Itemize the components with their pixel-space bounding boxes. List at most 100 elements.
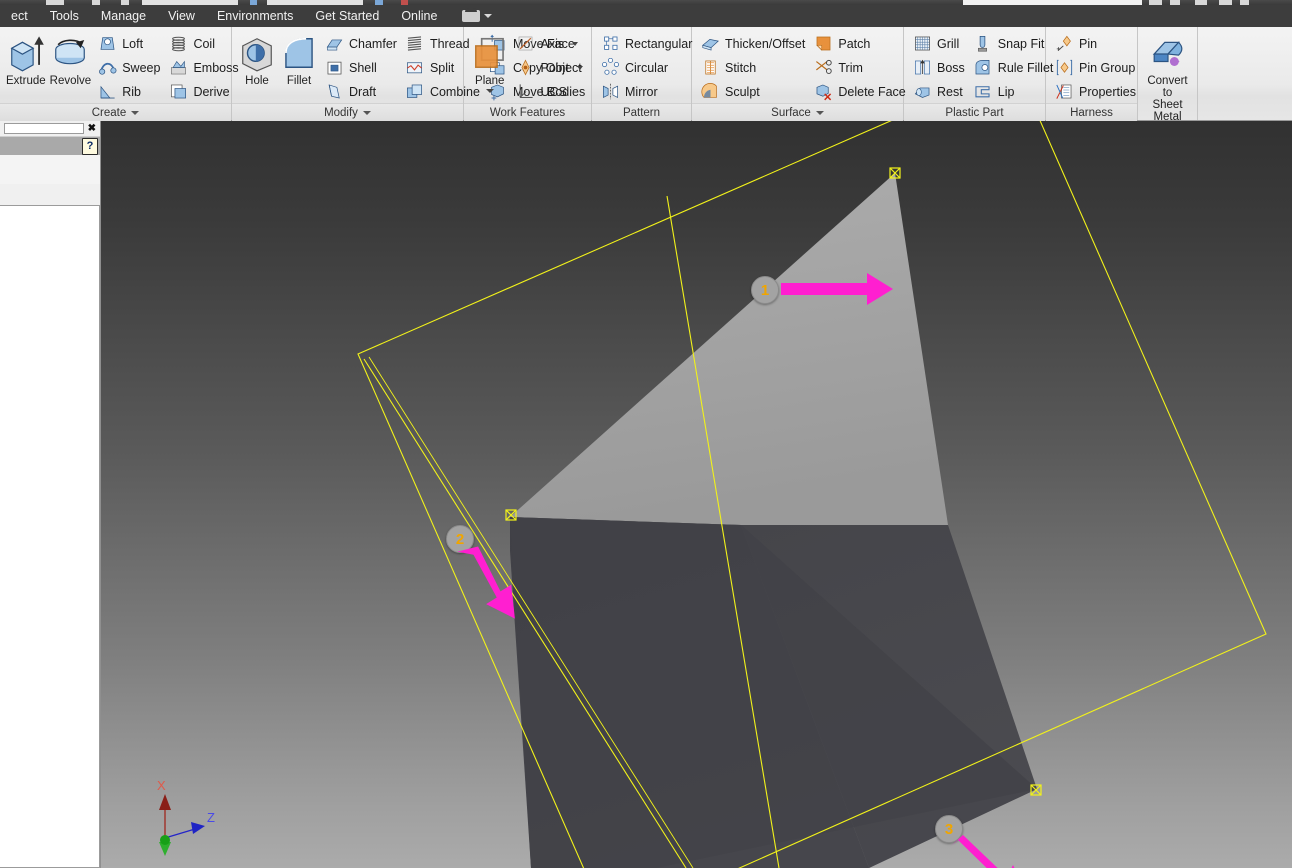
chevron-down-icon[interactable] bbox=[131, 111, 140, 115]
help-icon[interactable]: ? bbox=[82, 137, 98, 155]
menu-item-tools[interactable]: Tools bbox=[39, 5, 90, 27]
ribbon-button-label: Boss bbox=[937, 60, 965, 75]
pin-group-icon bbox=[1056, 59, 1072, 76]
icon-wrap bbox=[168, 58, 188, 78]
chevron-down-icon[interactable] bbox=[485, 89, 494, 93]
combine-icon bbox=[407, 84, 423, 98]
browser-tree[interactable] bbox=[0, 205, 100, 868]
chevron-down-icon[interactable] bbox=[577, 65, 583, 70]
panel-title-surface[interactable]: Surface bbox=[692, 103, 903, 122]
ribbon-button-fillet[interactable]: Fillet bbox=[278, 31, 320, 88]
ribbon-button-rib[interactable]: Rib bbox=[93, 80, 164, 103]
ribbon-button-delete-face[interactable]: Delete Face bbox=[809, 80, 909, 103]
ribbon-button-mirror[interactable]: Mirror bbox=[596, 80, 696, 103]
panel-title-label: Create bbox=[91, 107, 127, 119]
ribbon-button-grill[interactable]: Grill bbox=[908, 32, 969, 55]
extrude-icon bbox=[10, 36, 44, 72]
ribbon-button-label: Plane bbox=[475, 75, 505, 87]
browser-combo[interactable] bbox=[4, 123, 84, 134]
ribbon-button-thicken-offset[interactable]: Thicken/Offset bbox=[696, 32, 809, 55]
icon-wrap bbox=[1054, 58, 1074, 78]
icon-wrap bbox=[516, 34, 536, 54]
lip-icon bbox=[975, 86, 990, 98]
icon-wrap bbox=[324, 34, 344, 54]
ribbon-button-sweep[interactable]: Sweep bbox=[93, 56, 164, 79]
panel-title-harness[interactable]: Harness bbox=[1046, 103, 1137, 122]
menu-item-environments[interactable]: Environments bbox=[206, 5, 304, 27]
ribbon-button-convert-to-sheet-metal[interactable]: Convert to Sheet Metal bbox=[1142, 31, 1193, 124]
icon-wrap bbox=[912, 58, 932, 78]
ribbon-button-label: Rib bbox=[122, 84, 141, 99]
ribbon-button-properties[interactable]: Properties bbox=[1050, 80, 1140, 103]
model-geometry bbox=[357, 121, 1267, 868]
ribbon-button-shell[interactable]: Shell bbox=[320, 56, 401, 79]
panel-title-plastic-part[interactable]: Plastic Part bbox=[904, 103, 1045, 122]
ribbon-button-stitch[interactable]: Stitch bbox=[696, 56, 809, 79]
coil-icon bbox=[171, 36, 185, 52]
ribbon-button-hole[interactable]: Hole bbox=[236, 31, 278, 88]
panel-title-work-features[interactable]: Work Features bbox=[464, 103, 591, 122]
thicken-offset-icon bbox=[701, 38, 719, 51]
menu-item-view[interactable]: View bbox=[157, 5, 206, 27]
ribbon-button-pin-group[interactable]: Pin Group bbox=[1050, 56, 1140, 79]
ribbon-button-rule-fillet[interactable]: Rule Fillet bbox=[969, 56, 1058, 79]
ribbon-button-plane[interactable]: Plane bbox=[468, 31, 512, 94]
rule-fillet-icon bbox=[975, 60, 990, 75]
ribbon-panel-convert: Convert toSheet MetalConvert bbox=[1138, 27, 1198, 143]
ribbon-button-coil[interactable]: Coil bbox=[164, 32, 242, 55]
ribbon-button-lip[interactable]: Lip bbox=[969, 80, 1058, 103]
patch-icon bbox=[816, 36, 831, 51]
work-plane-icon bbox=[474, 37, 504, 68]
icon-wrap bbox=[168, 82, 188, 102]
ribbon-button-extrude[interactable]: Extrude bbox=[4, 31, 48, 88]
ribbon-button-revolve[interactable]: Revolve bbox=[48, 31, 94, 88]
icon-wrap bbox=[600, 34, 620, 54]
menu-item-get-started[interactable]: Get Started bbox=[304, 5, 390, 27]
ribbon-button-rest[interactable]: Rest bbox=[908, 80, 969, 103]
ribbon-button-pin[interactable]: Pin bbox=[1050, 32, 1140, 55]
ribbon-display-options[interactable] bbox=[462, 8, 493, 22]
model-browser-panel: ✖ ? bbox=[0, 121, 101, 868]
ribbon-button-point[interactable]: Point bbox=[512, 56, 588, 79]
ribbon-button-snap-fit[interactable]: Snap Fit bbox=[969, 32, 1058, 55]
axis-triad: X Z bbox=[157, 778, 215, 856]
callout-badge-1: 1 bbox=[751, 276, 779, 304]
ribbon-button-emboss[interactable]: Emboss bbox=[164, 56, 242, 79]
rectangular-pattern-icon bbox=[603, 36, 617, 50]
ribbon-button-boss[interactable]: Boss bbox=[908, 56, 969, 79]
icon-wrap bbox=[405, 58, 425, 78]
panel-title-create[interactable]: Create bbox=[0, 103, 231, 122]
ribbon-button-draft[interactable]: Draft bbox=[320, 80, 401, 103]
chevron-down-icon[interactable] bbox=[572, 41, 579, 46]
hole-icon bbox=[242, 38, 272, 72]
ribbon-button-label: Grill bbox=[937, 36, 960, 51]
ribbon-button-derive[interactable]: Derive bbox=[164, 80, 242, 103]
panel-title-modify[interactable]: Modify bbox=[232, 103, 463, 122]
ribbon-button-loft[interactable]: Loft bbox=[93, 32, 164, 55]
ribbon-button-circular[interactable]: Circular bbox=[596, 56, 696, 79]
ribbon-panel-harness: Pin Pin Group Properties Harness bbox=[1046, 27, 1140, 122]
ribbon-button-patch[interactable]: Patch bbox=[809, 32, 909, 55]
ribbon-column: Snap Fit Rule Fillet Lip bbox=[969, 31, 1058, 103]
menu-item-project[interactable]: ect bbox=[0, 5, 39, 27]
menu-item-manage[interactable]: Manage bbox=[90, 5, 157, 27]
panel-title-pattern[interactable]: Pattern bbox=[592, 103, 691, 122]
chevron-down-icon[interactable] bbox=[815, 111, 824, 115]
panel-title-label: Modify bbox=[324, 107, 358, 119]
work-point-icon bbox=[521, 59, 530, 76]
ribbon-button-rectangular[interactable]: Rectangular bbox=[596, 32, 696, 55]
ribbon-button-ucs[interactable]: UCS bbox=[512, 80, 588, 103]
minimize-ribbon-icon bbox=[462, 8, 481, 22]
menu-item-online[interactable]: Online bbox=[390, 5, 448, 27]
ribbon-button-chamfer[interactable]: Chamfer bbox=[320, 32, 401, 55]
close-icon[interactable]: ✖ bbox=[88, 123, 96, 134]
ribbon-button-label: Pin bbox=[1079, 36, 1098, 51]
chevron-down-icon[interactable] bbox=[362, 111, 371, 115]
icon-wrap bbox=[973, 34, 993, 54]
ribbon-button-sculpt[interactable]: Sculpt bbox=[696, 80, 809, 103]
ribbon-button-trim[interactable]: Trim bbox=[809, 56, 909, 79]
thread-icon bbox=[408, 36, 422, 51]
graphics-viewport[interactable]: 1 2 3 X Z bbox=[101, 121, 1292, 868]
ribbon-button-axis[interactable]: Axis bbox=[512, 32, 588, 55]
icon-wrap bbox=[973, 82, 993, 102]
